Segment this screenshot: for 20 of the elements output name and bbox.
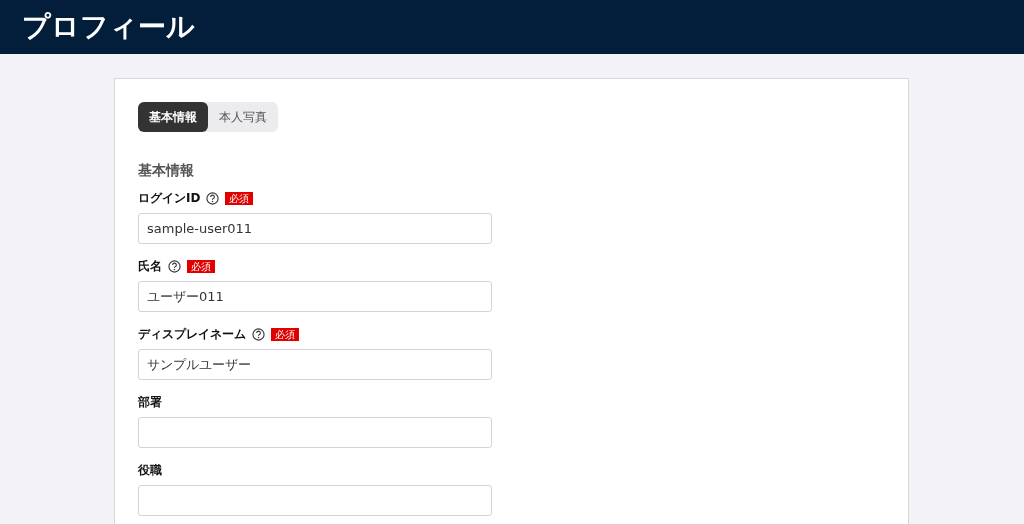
- tab[interactable]: 基本情報: [138, 102, 208, 132]
- help-icon[interactable]: [168, 259, 181, 273]
- help-icon[interactable]: [206, 191, 220, 205]
- text-field[interactable]: サンプルユーザー: [138, 349, 492, 380]
- required-badge: 必須: [225, 191, 254, 205]
- text-field[interactable]: [138, 485, 492, 516]
- text-field[interactable]: ユーザー011: [138, 281, 492, 312]
- field-label: ログインID: [138, 189, 201, 207]
- text-field[interactable]: sample-user011: [138, 213, 492, 244]
- field-label: 役職: [138, 461, 162, 479]
- field-label: 氏名: [138, 257, 162, 275]
- tab[interactable]: 本人写真: [208, 102, 278, 132]
- field-label: ディスプレイネーム: [138, 325, 246, 343]
- page-title: プロフィール: [22, 9, 195, 45]
- field-label: 部署: [138, 393, 162, 411]
- text-field[interactable]: [138, 417, 492, 448]
- required-badge: 必須: [187, 259, 215, 273]
- section-title: 基本情報: [138, 162, 195, 180]
- help-icon[interactable]: [252, 327, 265, 341]
- required-badge: 必須: [271, 327, 299, 341]
